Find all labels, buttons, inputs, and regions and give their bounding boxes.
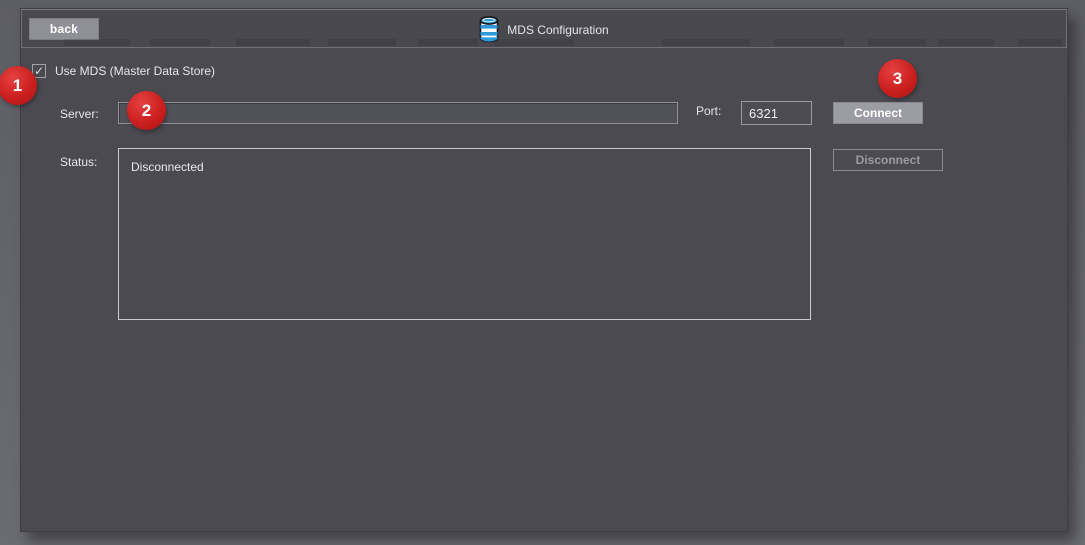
ghost-tab [662,39,750,46]
use-mds-label: Use MDS (Master Data Store) [55,64,215,78]
port-input[interactable] [741,101,812,125]
port-label: Port: [696,104,721,118]
back-button[interactable]: back [29,18,99,40]
ghost-tab [1018,39,1062,46]
annotation-badge-3: 3 [878,59,917,98]
ghost-tab [938,39,994,46]
ghost-tab [328,39,396,46]
annotation-badge-2: 2 [127,91,166,130]
ghost-tab [236,39,310,46]
ghost-tab [418,39,478,46]
server-input[interactable] [118,102,678,124]
ghost-tab [868,39,926,46]
ghost-tab [494,39,574,46]
ghost-tab [774,39,844,46]
server-label: Server: [60,107,99,121]
ghost-tab [150,39,210,46]
header-bar: back MDS Configuration [21,9,1067,48]
page-title: MDS Configuration [507,23,608,37]
disconnect-button[interactable]: Disconnect [833,149,943,171]
ghost-tab [64,39,130,46]
connect-button[interactable]: Connect [833,102,923,124]
use-mds-row: ✓ Use MDS (Master Data Store) [32,64,215,78]
mds-configuration-screen: { "window": { "title": "MDS Configuratio… [0,0,1085,545]
status-label: Status: [60,155,97,169]
status-output: Disconnected [118,148,811,320]
